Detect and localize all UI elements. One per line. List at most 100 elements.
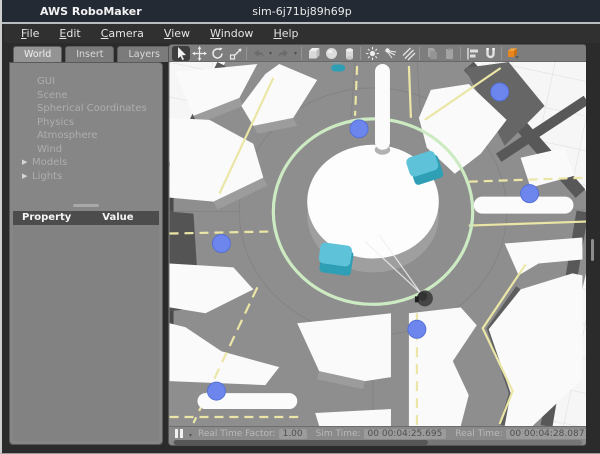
rotate-tool-button[interactable] xyxy=(208,46,226,61)
sun-icon xyxy=(365,46,380,61)
box-tool-button[interactable] xyxy=(304,46,322,61)
snap-tool-button[interactable] xyxy=(481,46,499,61)
tree-item-spherical-coordinates[interactable]: Spherical Coordinates xyxy=(10,102,162,116)
scene-svg xyxy=(169,62,587,426)
point-light-tool-button[interactable] xyxy=(363,46,381,61)
real-time-label: Real Time: xyxy=(455,429,502,439)
panel-tabs: WorldInsertLayers xyxy=(9,46,163,62)
menu-camera[interactable]: Camera xyxy=(92,25,153,42)
pause-button[interactable] xyxy=(175,429,183,438)
cylinder-tool-button[interactable] xyxy=(340,46,358,61)
spot-light-tool-button[interactable] xyxy=(381,46,399,61)
world-tree: GUISceneSpherical CoordinatesPhysicsAtmo… xyxy=(10,63,162,183)
sphere-icon xyxy=(324,46,339,61)
tab-world[interactable]: World xyxy=(13,46,62,62)
menu-edit[interactable]: Edit xyxy=(50,25,89,42)
toolbar-separator xyxy=(360,47,361,60)
real-time-factor-value: 1.00 xyxy=(279,429,307,439)
app-window: AWS RoboMaker sim-6j71bj89h69p FileEditC… xyxy=(0,0,600,454)
cursor-icon xyxy=(174,46,189,61)
waypoint-marker[interactable] xyxy=(207,382,225,400)
redo-history-dropdown[interactable]: ▾ xyxy=(292,50,299,57)
menu-bar: FileEditCameraViewWindowHelp xyxy=(4,24,600,43)
left-panel: WorldInsertLayers GUISceneSpherical Coor… xyxy=(9,46,163,445)
view-angle-button[interactable] xyxy=(504,46,522,61)
sphere-tool-button[interactable] xyxy=(322,46,340,61)
scale-icon xyxy=(228,46,243,61)
magnet-icon xyxy=(483,46,498,61)
simulation-status-bar: ▾ Real Time Factor: 1.00 Sim Time: 00 00… xyxy=(169,426,586,446)
translate-tool-button[interactable] xyxy=(190,46,208,61)
toolbar-separator xyxy=(301,47,302,60)
viewport-toolbar: ▾ ▾ xyxy=(169,45,586,62)
directional-light-tool-button[interactable] xyxy=(399,46,417,61)
title-bar: AWS RoboMaker sim-6j71bj89h69p xyxy=(2,0,600,22)
redo-button[interactable] xyxy=(274,46,292,61)
vehicle-side xyxy=(331,64,345,71)
sim-time-value: 00 00:04:25.695 xyxy=(364,429,447,439)
tree-item-wind[interactable]: Wind xyxy=(10,143,162,157)
tree-item-physics[interactable]: Physics xyxy=(10,116,162,130)
waypoint-marker[interactable] xyxy=(521,185,539,203)
cube-icon xyxy=(306,46,321,61)
waypoint-marker[interactable] xyxy=(408,320,426,338)
tab-insert[interactable]: Insert xyxy=(65,46,114,62)
tree-item-scene[interactable]: Scene xyxy=(10,89,162,103)
property-column-header: Property xyxy=(22,211,102,225)
right-splitter-handle[interactable] xyxy=(591,239,594,261)
paste-button[interactable] xyxy=(440,46,458,61)
right-panel-area xyxy=(586,44,600,446)
copy-icon xyxy=(424,46,439,61)
move-icon xyxy=(192,46,207,61)
vehicle-box[interactable] xyxy=(317,242,355,276)
toolbar-separator xyxy=(246,47,247,60)
select-tool-button[interactable] xyxy=(172,46,190,61)
toolbar-separator xyxy=(419,47,420,60)
panel-splitter[interactable] xyxy=(73,204,99,207)
copy-button[interactable] xyxy=(422,46,440,61)
sim-time-label: Sim Time: xyxy=(316,429,361,439)
render-viewport-panel: ▾ ▾ xyxy=(168,44,587,446)
property-table-header: Property Value xyxy=(13,211,159,225)
robot-top xyxy=(418,292,427,301)
vehicle-top xyxy=(318,242,353,267)
toolbar-separator xyxy=(460,47,461,60)
robot-wheel xyxy=(415,296,419,302)
expand-arrow-icon[interactable]: ▶ xyxy=(22,170,32,184)
directional-light-icon xyxy=(401,46,416,61)
scrollbar-thumb[interactable] xyxy=(174,440,428,445)
step-dropdown[interactable]: ▾ xyxy=(189,432,192,439)
undo-history-dropdown[interactable]: ▾ xyxy=(267,50,274,57)
world-panel: GUISceneSpherical CoordinatesPhysicsAtmo… xyxy=(9,62,163,445)
align-icon xyxy=(465,46,480,61)
redo-icon xyxy=(276,46,291,61)
scale-tool-button[interactable] xyxy=(226,46,244,61)
tree-item-gui[interactable]: GUI xyxy=(10,75,162,89)
view-cube-icon xyxy=(505,46,522,61)
tree-item-lights[interactable]: ▶Lights xyxy=(10,170,162,184)
expand-arrow-icon[interactable]: ▶ xyxy=(22,156,32,170)
waypoint-marker[interactable] xyxy=(491,83,509,101)
property-table-body xyxy=(13,225,159,441)
undo-button[interactable] xyxy=(249,46,267,61)
menu-window[interactable]: Window xyxy=(201,25,262,42)
render-canvas[interactable] xyxy=(169,62,587,426)
waypoint-marker[interactable] xyxy=(212,235,230,253)
tab-layers[interactable]: Layers xyxy=(117,46,170,62)
menu-file[interactable]: File xyxy=(12,25,48,42)
real-time-factor-label: Real Time Factor: xyxy=(198,429,276,439)
app-title: AWS RoboMaker xyxy=(40,5,142,18)
horizontal-scrollbar[interactable] xyxy=(173,440,582,445)
waypoint-marker[interactable] xyxy=(350,120,368,138)
tree-item-models[interactable]: ▶Models xyxy=(10,156,162,170)
toolbar-separator xyxy=(501,47,502,60)
tree-item-atmosphere[interactable]: Atmosphere xyxy=(10,129,162,143)
value-column-header: Value xyxy=(102,211,133,225)
menu-view[interactable]: View xyxy=(155,25,199,42)
real-time-value: 00 00:04:28.087 xyxy=(506,429,586,439)
cylinder-icon xyxy=(342,46,357,61)
paste-icon xyxy=(442,46,457,61)
undo-icon xyxy=(251,46,266,61)
menu-help[interactable]: Help xyxy=(264,25,307,42)
align-tool-button[interactable] xyxy=(463,46,481,61)
